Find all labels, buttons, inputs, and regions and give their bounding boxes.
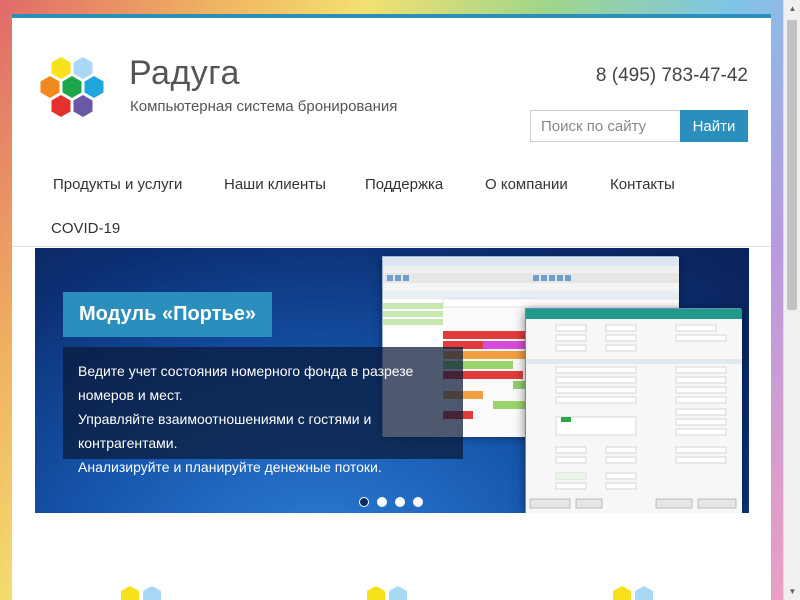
slider-dot-3[interactable] [395,497,405,507]
nav-item-products[interactable]: Продукты и услуги [53,176,182,193]
search-input[interactable] [530,110,680,142]
site-subtitle: Компьютерная система бронирования [130,98,398,115]
logo-hexagon [73,95,93,117]
search-form: Найти [530,110,748,142]
nav-item-support[interactable]: Поддержка [365,176,443,193]
nav-item-contacts[interactable]: Контакты [610,176,675,193]
feature-logo-icon [613,586,653,600]
banner-line: номеров и мест. [78,387,183,403]
slider-dot-2[interactable] [377,497,387,507]
scroll-down-icon[interactable]: ▼ [784,583,800,600]
logo-hexagon [62,76,82,98]
logo-hexagon [73,57,93,79]
banner-line: Управляйте взаимоотношениями с гостями и [78,411,372,427]
logo-hexagon [40,76,60,98]
banner-description: Ведите учет состояния номерного фонда в … [63,347,463,475]
scrollbar[interactable]: ▲ ▼ [783,0,800,600]
banner-slider[interactable]: Модуль «Портье» Ведите учет состояния но… [35,248,749,513]
slider-dot-4[interactable] [413,497,423,507]
scroll-up-icon[interactable]: ▲ [784,0,800,17]
nav-divider [12,246,771,247]
feature-logo-icon [121,586,161,600]
scrollbar-thumb[interactable] [787,20,797,310]
feature-logo-icon [367,586,407,600]
banner-line: контрагентами. [78,435,178,451]
banner-tag[interactable]: Модуль «Портье» [63,292,272,337]
logo-hexagon [51,57,71,79]
banner-line: Ведите учет состояния номерного фонда в … [78,363,414,379]
banner-line: Анализируйте и планируйте денежные поток… [78,459,382,475]
logo-hexagon [84,76,104,98]
nav-item-about[interactable]: О компании [485,176,568,193]
nav-item-covid[interactable]: COVID-19 [51,220,120,237]
logo-hexagon [51,95,71,117]
phone-number[interactable]: 8 (495) 783-47-42 [596,65,748,87]
site-title[interactable]: Радуга [129,54,240,93]
page-container: Радуга Компьютерная система бронирования… [12,14,771,600]
slider-dots [359,497,423,507]
logo-icon[interactable] [32,48,112,128]
nav-item-clients[interactable]: Наши клиенты [224,176,326,193]
slider-dot-1[interactable] [359,497,369,507]
app-screenshot-dialog [525,308,742,513]
search-button[interactable]: Найти [680,110,748,142]
